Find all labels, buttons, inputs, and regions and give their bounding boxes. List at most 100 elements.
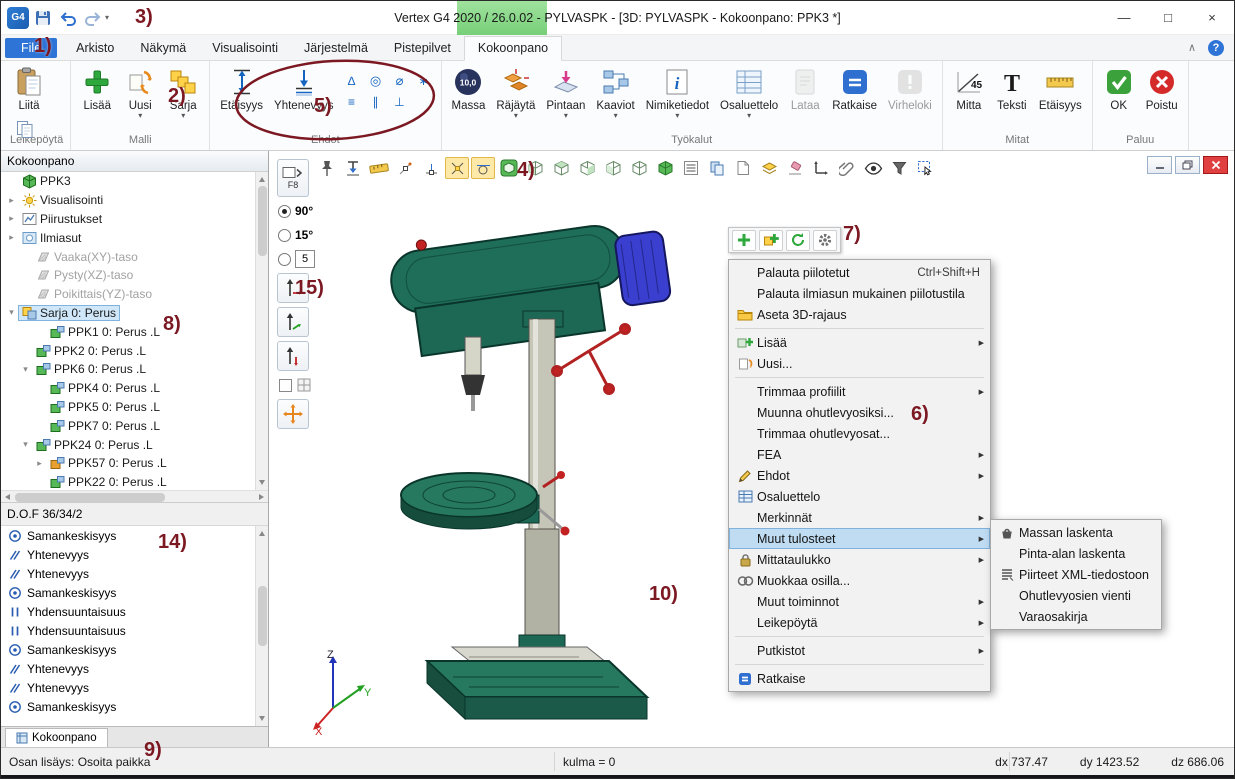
ribbon-button-kaaviot[interactable]: Kaaviot▾ [591,64,639,119]
dof-item-samankeskisyys[interactable]: Samankeskisyys [1,583,268,602]
viewport-tool-sheet[interactable] [731,157,755,179]
dof-item-yhdensuuntaisuus[interactable]: Yhdensuuntaisuus [1,602,268,621]
tree-vertical-scrollbar[interactable] [255,172,268,490]
ribbon-button-lis[interactable]: Lisää [76,64,118,112]
menu-item-massan-laskenta[interactable]: Massan laskenta [991,522,1161,543]
viewport-tool-snap-node[interactable] [393,157,417,179]
dof-item-samankeskisyys[interactable]: Samankeskisyys [1,526,268,545]
tree-item-ppk7-0-perus-l[interactable]: PPK7 0: Perus .L [1,416,268,435]
tab-j-rjestelm[interactable]: Järjestelmä [291,35,381,60]
ribbon-button-teksti[interactable]: TTeksti [991,64,1033,112]
viewport-tool-cube-iso[interactable] [627,157,651,179]
tree-item-ppk57-0-perus-l[interactable]: ▸PPK57 0: Perus .L [1,454,268,473]
menu-item-uusi[interactable]: Uusi... [729,353,990,374]
tree-item-ppk4-0-perus-l[interactable]: PPK4 0: Perus .L [1,379,268,398]
constraint-symmetry-button[interactable]: ∗ [414,72,434,89]
ribbon-button-nimiketiedot[interactable]: iNimiketiedot▾ [641,64,714,119]
tree-item-ppk2-0-perus-l[interactable]: PPK2 0: Perus .L [1,341,268,360]
angle-step-input[interactable]: 5 [295,250,315,268]
lock-axis-x-button[interactable] [277,273,309,303]
scroll-down-icon[interactable] [259,716,265,721]
constraint-angle-button[interactable]: ∆ [342,72,362,89]
tree-expander-icon[interactable]: ▾ [19,439,32,450]
viewport-tool-snap-intersection[interactable] [445,157,469,179]
tab-visualisointi[interactable]: Visualisointi [199,35,291,60]
menu-item-trimmaa-profiilit[interactable]: Trimmaa profiilit▶ [729,381,990,402]
ribbon-button-osaluettelo[interactable]: Osaluettelo▾ [715,64,783,119]
ribbon-button-poistu[interactable]: Poistu [1141,64,1183,112]
constraint-fixed-button[interactable]: ≡ [342,93,362,110]
viewport-tool-origin[interactable] [809,157,833,179]
ribbon-button-yhtenevyys[interactable]: Yhtenevyys [269,64,338,112]
viewport-tool-pin[interactable] [315,157,339,179]
tree-horizontal-scrollbar[interactable] [1,490,268,503]
constraint-parallel-button[interactable]: ∥ [366,93,386,110]
tree-expander-icon[interactable]: ▸ [33,458,46,469]
constraint-concentric-button[interactable]: ◎ [366,72,386,89]
viewport-tool-attach[interactable] [835,157,859,179]
dof-vertical-scrollbar[interactable] [255,526,268,726]
dof-item-samankeskisyys[interactable]: Samankeskisyys [1,640,268,659]
dof-scrollbar-thumb[interactable] [258,586,267,646]
viewport[interactable]: F8 90° 15° 5 [269,151,1234,747]
viewport-tool-filter[interactable] [887,157,911,179]
tree-item-poikittais-yz-taso[interactable]: Poikittais(YZ)-taso [1,285,268,304]
viewport-tool-view-style[interactable] [497,157,521,179]
close-button[interactable]: × [1190,1,1234,34]
tree-expander-icon[interactable]: ▾ [5,307,18,318]
viewport-tool-drop-to-face[interactable] [341,157,365,179]
menu-item-muunna-ohutlevyosiksi[interactable]: Muunna ohutlevyosiksi... [729,402,990,423]
ribbon-button-pintaan[interactable]: Pintaan▾ [541,64,590,119]
ribbon-button-lataa[interactable]: Lataa [784,64,826,112]
ribbon-button-liit[interactable]: Liitä [8,64,50,112]
minimize-button[interactable]: — [1102,1,1146,34]
viewport-tool-measure[interactable] [367,157,391,179]
viewport-close-button[interactable] [1203,156,1228,174]
flip-window-button[interactable]: F8 [277,159,309,197]
menu-item-lis[interactable]: Lisää▶ [729,332,990,353]
ribbon-button-et-isyys[interactable]: Etäisyys [1034,64,1087,112]
lock-axis-y-button[interactable] [277,307,309,337]
dof-item-yhtenevyys[interactable]: Yhtenevyys [1,659,268,678]
ribbon-collapse-icon[interactable]: ∧ [1188,41,1196,54]
viewport-tool-copy-parts[interactable] [705,157,729,179]
quick-access-dropdown[interactable]: ▾ [105,13,109,22]
tree-expander-icon[interactable]: ▸ [5,213,18,224]
mini-tool-add-part-button[interactable] [732,230,756,251]
save-button[interactable] [32,7,54,29]
menu-item-mittataulukko[interactable]: Mittataulukko▶ [729,549,990,570]
angle-snap-15-radio[interactable]: 15° [277,225,313,245]
menu-item-osaluettelo[interactable]: Osaluettelo [729,486,990,507]
file-menu-button[interactable]: File [5,38,57,58]
tree-item-ppk6-0-perus-l[interactable]: ▾PPK6 0: Perus .L [1,360,268,379]
menu-item-fea[interactable]: FEA▶ [729,444,990,465]
tab-kokoonpano[interactable]: Kokoonpano [464,36,562,61]
menu-item-ratkaise[interactable]: Ratkaise [729,668,990,689]
dof-item-yhtenevyys[interactable]: Yhtenevyys [1,564,268,583]
viewport-tool-eye[interactable] [861,157,885,179]
menu-item-muokkaa-osilla[interactable]: Muokkaa osilla... [729,570,990,591]
viewport-tool-bom-list[interactable] [679,157,703,179]
tree-item-ppk5-0-perus-l[interactable]: PPK5 0: Perus .L [1,398,268,417]
undo-button[interactable] [57,7,79,29]
dof-item-yhdensuuntaisuus[interactable]: Yhdensuuntaisuus [1,621,268,640]
dof-item-yhtenevyys[interactable]: Yhtenevyys [1,678,268,697]
tab-arkisto[interactable]: Arkisto [63,35,127,60]
tree-item-ppk1-0-perus-l[interactable]: PPK1 0: Perus .L [1,322,268,341]
viewport-tool-cube-front[interactable] [523,157,547,179]
menu-item-varaosakirja[interactable]: Varaosakirja [991,606,1161,627]
help-icon[interactable]: ? [1208,40,1224,56]
scroll-up-icon[interactable] [259,531,265,536]
menu-item-piirteet-xml-tiedostoon[interactable]: Piirteet XML-tiedostoon [991,564,1161,585]
ribbon-button-mitta[interactable]: 45Mitta [948,64,990,112]
viewport-tool-cube-top[interactable] [549,157,573,179]
menu-item-putkistot[interactable]: Putkistot▶ [729,640,990,661]
tree-scrollbar-thumb[interactable] [258,186,267,256]
tree-expander-icon[interactable]: ▸ [5,232,18,243]
app-logo[interactable]: G4 [7,7,29,29]
viewport-minimize-button[interactable] [1147,156,1172,174]
constraint-tangent-button[interactable]: ⌀ [390,72,410,89]
angle-snap-90-radio[interactable]: 90° [277,201,313,221]
redo-button[interactable] [82,7,104,29]
ribbon-button-sarja[interactable]: Sarja▾ [162,64,204,119]
